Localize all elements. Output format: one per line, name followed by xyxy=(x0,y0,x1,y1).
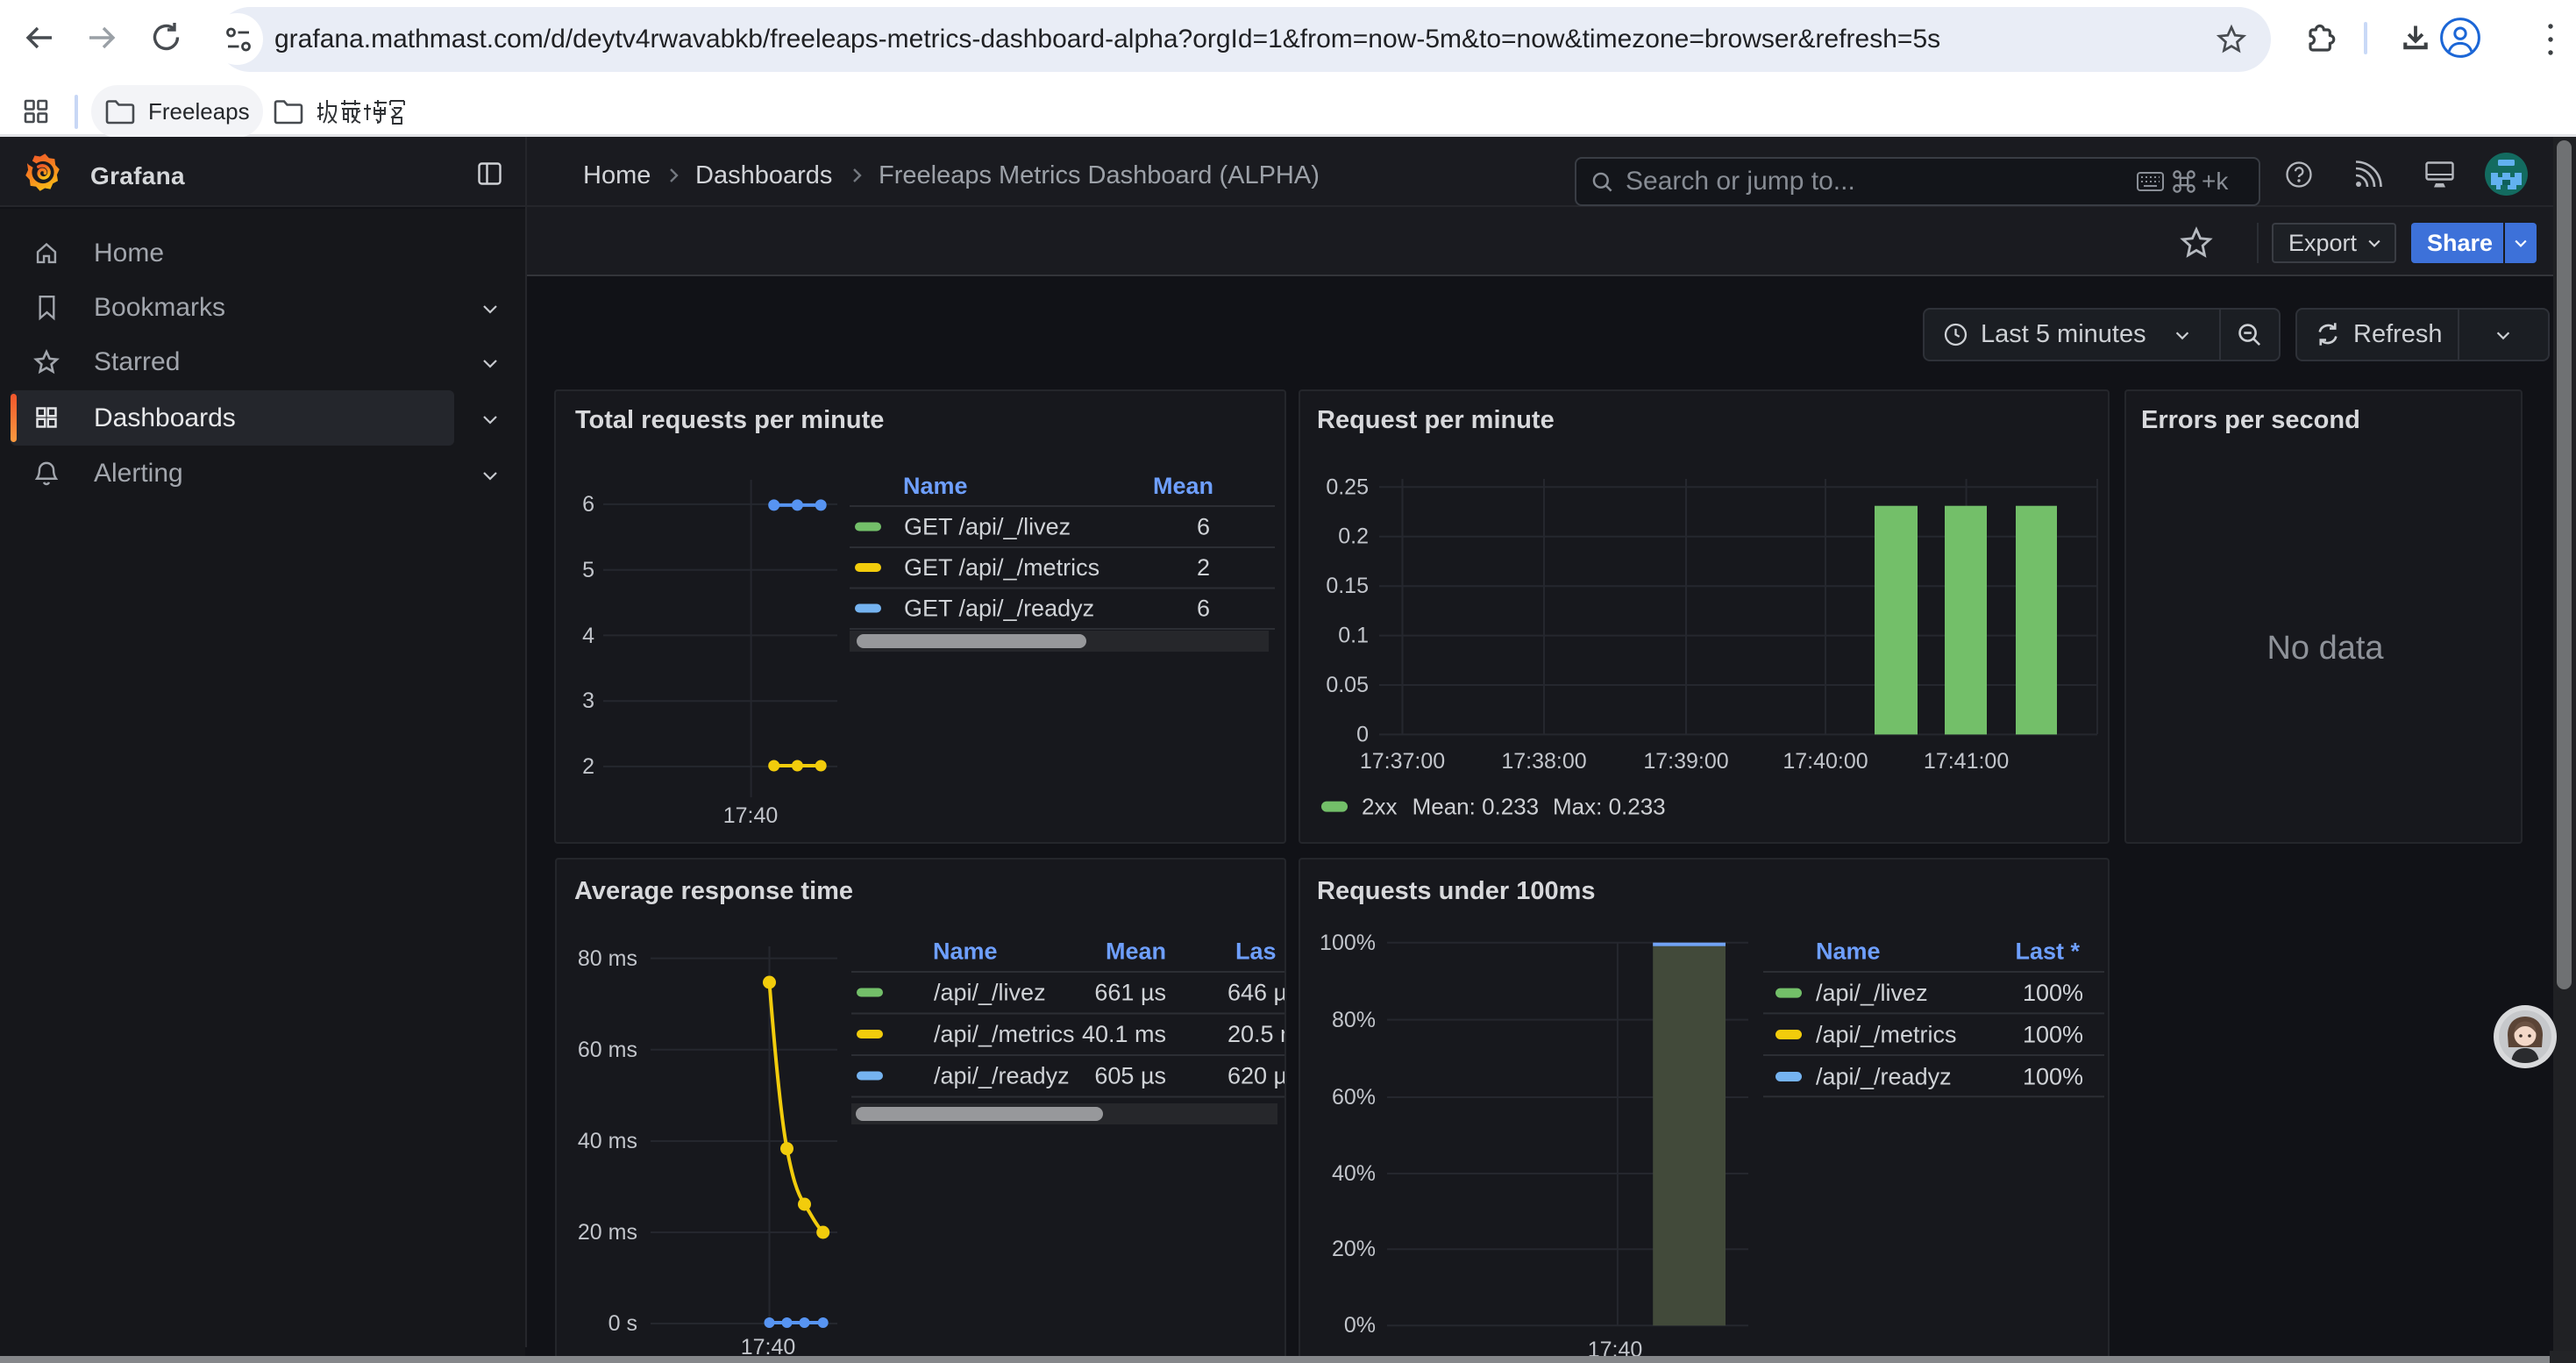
svg-text:17:37:00: 17:37:00 xyxy=(1360,749,1445,774)
svg-text:40%: 40% xyxy=(1332,1161,1376,1186)
svg-text:0%: 0% xyxy=(1344,1313,1376,1338)
svg-text:Name: Name xyxy=(903,473,968,499)
svg-text:17:40: 17:40 xyxy=(723,803,779,828)
svg-text:GET /api/_/livez: GET /api/_/livez xyxy=(904,514,1071,540)
svg-text:2: 2 xyxy=(582,754,594,779)
svg-text:60%: 60% xyxy=(1332,1085,1376,1110)
svg-text:Mean: Mean xyxy=(1106,938,1166,965)
svg-text:40 ms: 40 ms xyxy=(578,1129,637,1153)
svg-text:Name: Name xyxy=(1816,938,1881,965)
svg-text:3: 3 xyxy=(582,689,594,713)
svg-text:17:38:00: 17:38:00 xyxy=(1501,749,1586,774)
svg-text:40.1 ms: 40.1 ms xyxy=(1082,1021,1166,1047)
svg-text:/api/_/livez: /api/_/livez xyxy=(934,980,1046,1006)
svg-text:Last *: Last * xyxy=(2015,938,2080,965)
svg-text:0: 0 xyxy=(1356,722,1369,746)
svg-text:100%: 100% xyxy=(2023,1064,2083,1090)
svg-text:6: 6 xyxy=(582,492,594,517)
svg-text:100%: 100% xyxy=(2023,1022,2083,1048)
svg-text:17:40:00: 17:40:00 xyxy=(1783,749,1868,774)
svg-text:20 ms: 20 ms xyxy=(578,1220,637,1245)
svg-text:646 µs: 646 µs xyxy=(1228,980,1286,1006)
svg-text:Las: Las xyxy=(1235,938,1277,965)
svg-text:/api/_/metrics: /api/_/metrics xyxy=(934,1021,1075,1047)
svg-text:/api/_/readyz: /api/_/readyz xyxy=(1816,1064,1952,1090)
svg-text:20%: 20% xyxy=(1332,1237,1376,1261)
svg-text:0.25: 0.25 xyxy=(1326,475,1369,499)
svg-text:0.1: 0.1 xyxy=(1338,624,1369,648)
svg-text:20.5 ms: 20.5 ms xyxy=(1228,1021,1286,1047)
svg-text:Mean: 0.233: Mean: 0.233 xyxy=(1413,794,1540,820)
svg-text:605 µs: 605 µs xyxy=(1094,1063,1166,1089)
svg-text:/api/_/livez: /api/_/livez xyxy=(1816,980,1928,1006)
svg-text:/api/_/metrics: /api/_/metrics xyxy=(1816,1022,1957,1048)
svg-text:17:41:00: 17:41:00 xyxy=(1924,749,2009,774)
svg-text:6: 6 xyxy=(1197,596,1210,622)
svg-text:Mean: Mean xyxy=(1153,473,1213,499)
svg-text:/api/_/readyz: /api/_/readyz xyxy=(934,1063,1070,1089)
svg-text:4: 4 xyxy=(582,624,594,648)
svg-text:100%: 100% xyxy=(1320,931,1376,955)
svg-text:0.15: 0.15 xyxy=(1326,574,1369,598)
svg-text:0 s: 0 s xyxy=(608,1311,637,1336)
svg-text:GET /api/_/metrics: GET /api/_/metrics xyxy=(904,554,1099,581)
svg-text:60 ms: 60 ms xyxy=(578,1038,637,1062)
svg-text:Max: 0.233: Max: 0.233 xyxy=(1553,794,1666,820)
svg-text:661 µs: 661 µs xyxy=(1094,980,1166,1006)
svg-text:0.2: 0.2 xyxy=(1338,525,1369,549)
svg-text:Name: Name xyxy=(933,938,998,965)
svg-text:17:39:00: 17:39:00 xyxy=(1643,749,1728,774)
svg-text:2: 2 xyxy=(1197,554,1210,581)
svg-text:80 ms: 80 ms xyxy=(578,946,637,971)
svg-text:2xx: 2xx xyxy=(1362,794,1397,820)
svg-text:620 µs: 620 µs xyxy=(1228,1063,1286,1089)
svg-text:0.05: 0.05 xyxy=(1326,673,1369,697)
svg-text:80%: 80% xyxy=(1332,1008,1376,1032)
svg-text:GET /api/_/readyz: GET /api/_/readyz xyxy=(904,596,1094,622)
svg-text:100%: 100% xyxy=(2023,980,2083,1006)
svg-text:6: 6 xyxy=(1197,514,1210,540)
svg-text:5: 5 xyxy=(582,558,594,582)
